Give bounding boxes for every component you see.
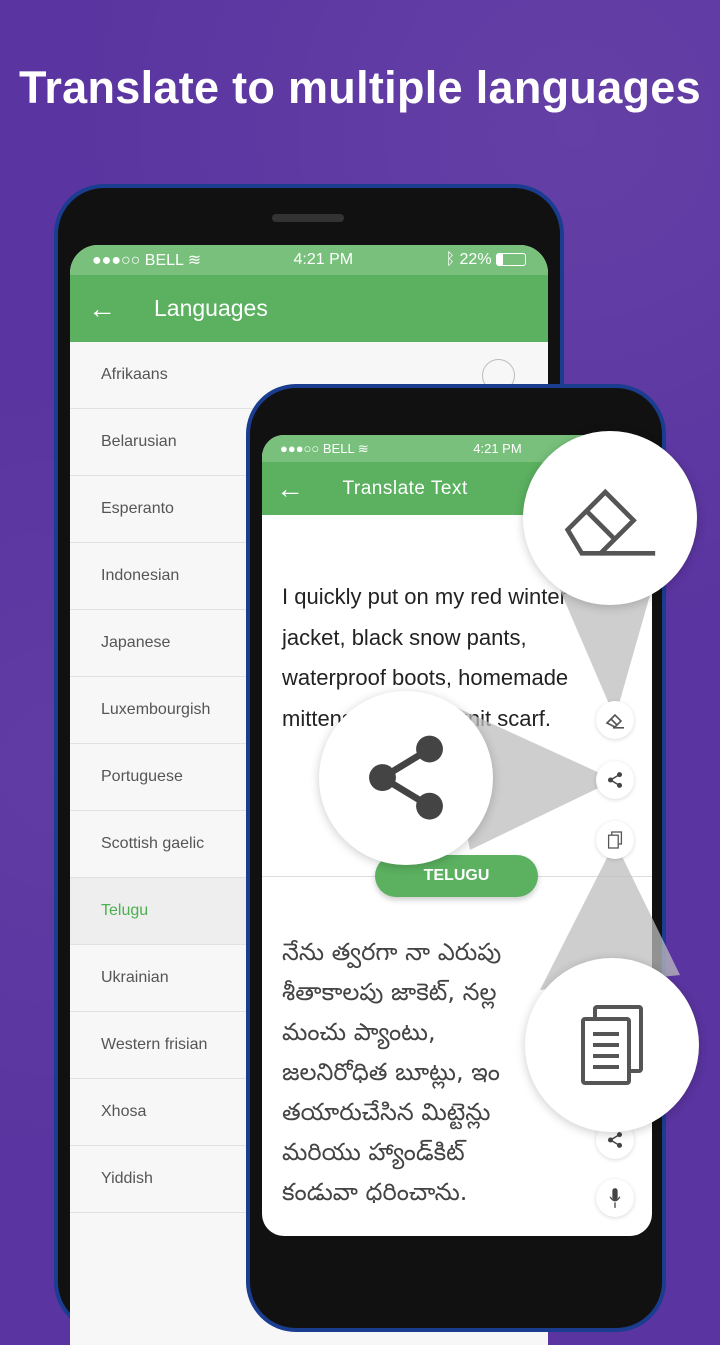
share-callout: [319, 691, 493, 865]
share-icon: [607, 772, 623, 788]
eraser-callout: [523, 431, 697, 605]
copy-callout: [525, 958, 699, 1132]
copy-button[interactable]: [596, 821, 634, 859]
eraser-icon: [605, 713, 624, 729]
copy-icon: [581, 1005, 643, 1085]
clear-button[interactable]: [596, 701, 634, 739]
share-button[interactable]: [596, 761, 634, 799]
share-icon: [369, 735, 443, 820]
microphone-button[interactable]: [596, 1179, 634, 1217]
eraser-icon: [564, 488, 656, 556]
share-icon: [607, 1132, 623, 1148]
microphone-icon: [609, 1188, 621, 1208]
copy-icon: [607, 831, 623, 849]
